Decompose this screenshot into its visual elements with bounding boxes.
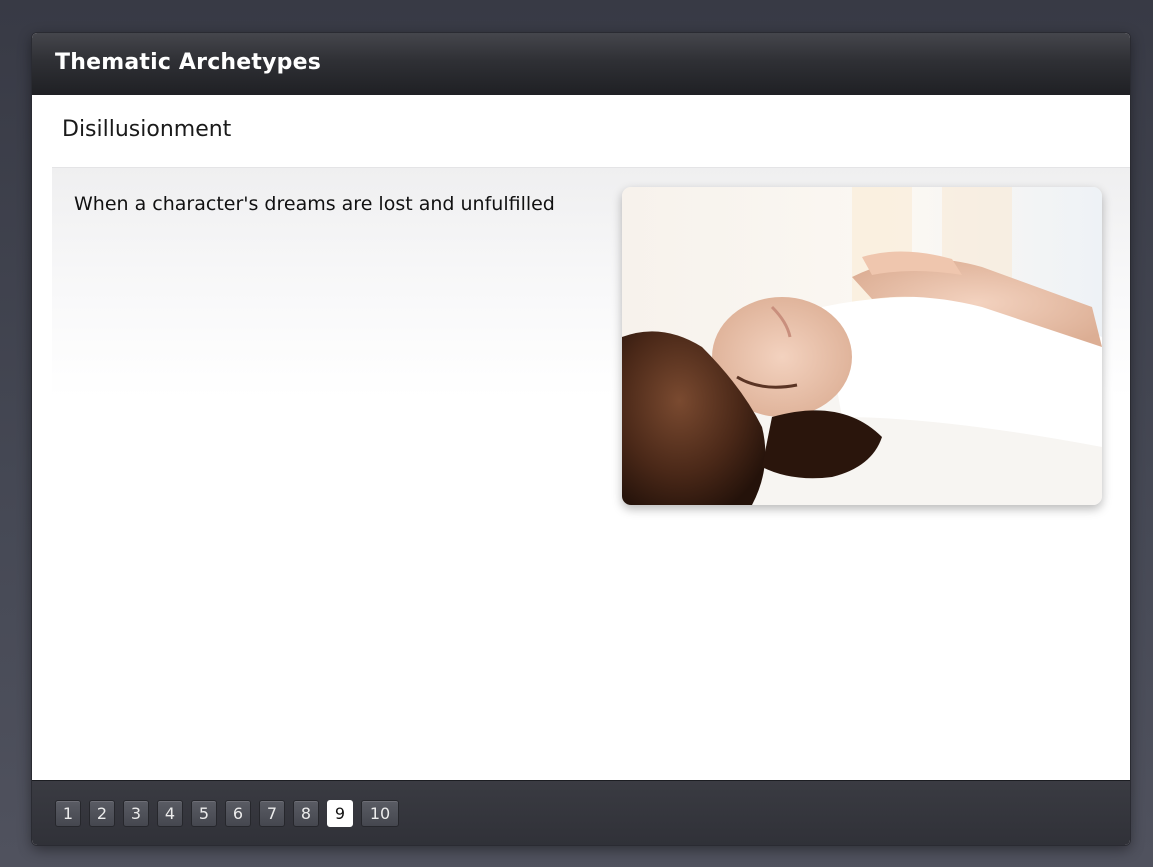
slide-body-text: When a character's dreams are lost and u… (74, 193, 555, 215)
page-navigation-bar: 1 2 3 4 5 6 7 8 9 10 (32, 780, 1130, 845)
slide-photo (622, 187, 1102, 505)
page-button-8[interactable]: 8 (293, 800, 319, 827)
window-title: Thematic Archetypes (55, 50, 322, 75)
page-button-9[interactable]: 9 (327, 800, 353, 827)
slide-content: Disillusionment When a character's dream… (32, 95, 1130, 781)
page-button-4[interactable]: 4 (157, 800, 183, 827)
course-player-window: Thematic Archetypes Disillusionment When… (32, 33, 1130, 845)
page-button-7[interactable]: 7 (259, 800, 285, 827)
page-button-2[interactable]: 2 (89, 800, 115, 827)
woman-lying-in-bed-image (622, 187, 1102, 505)
title-bar: Thematic Archetypes (32, 33, 1130, 96)
page-buttons: 1 2 3 4 5 6 7 8 9 10 (55, 800, 399, 827)
page-button-1[interactable]: 1 (55, 800, 81, 827)
page-button-3[interactable]: 3 (123, 800, 149, 827)
slide-title: Disillusionment (62, 117, 232, 142)
page-button-6[interactable]: 6 (225, 800, 251, 827)
page-button-5[interactable]: 5 (191, 800, 217, 827)
page-button-10[interactable]: 10 (361, 800, 399, 827)
